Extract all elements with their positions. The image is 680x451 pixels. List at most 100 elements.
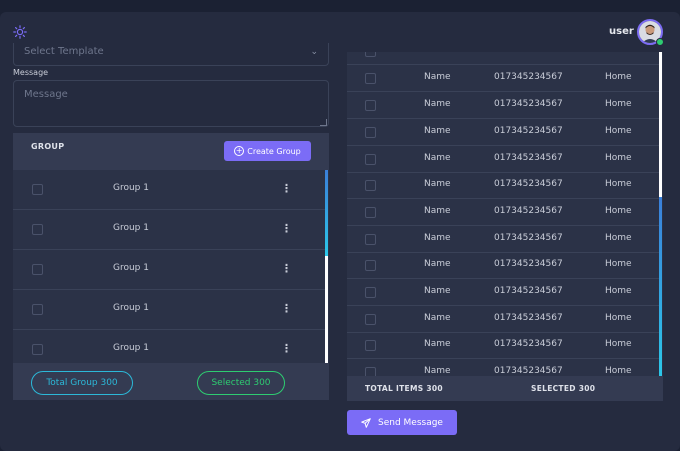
contact-checkbox[interactable] bbox=[365, 207, 376, 218]
group-name: Group 1 bbox=[113, 183, 149, 193]
contact-checkbox[interactable] bbox=[365, 340, 376, 351]
contact-checkbox[interactable] bbox=[365, 52, 376, 57]
message-label: Message bbox=[13, 68, 49, 77]
contact-row[interactable] bbox=[347, 52, 659, 65]
group-name: Group 1 bbox=[113, 303, 149, 313]
group-checkbox[interactable] bbox=[32, 184, 43, 195]
contact-name: Name bbox=[424, 259, 451, 269]
group-row[interactable]: Group 1 ⋮ bbox=[13, 250, 325, 290]
group-name: Group 1 bbox=[113, 343, 149, 353]
sun-icon[interactable] bbox=[13, 25, 27, 39]
contact-checkbox[interactable] bbox=[365, 367, 376, 376]
contact-name: Name bbox=[424, 179, 451, 189]
contact-type: Home bbox=[605, 179, 632, 189]
contact-phone: 017345234567 bbox=[494, 72, 563, 82]
group-name: Group 1 bbox=[113, 223, 149, 233]
online-status-dot bbox=[656, 38, 664, 46]
contact-type: Home bbox=[605, 339, 632, 349]
kebab-menu-icon[interactable]: ⋮ bbox=[281, 223, 292, 234]
contact-checkbox[interactable] bbox=[365, 287, 376, 298]
contact-phone: 017345234567 bbox=[494, 233, 563, 243]
contact-checkbox[interactable] bbox=[365, 234, 376, 245]
create-group-label: Create Group bbox=[247, 146, 301, 156]
contact-row[interactable]: Name 017345234567 Home bbox=[347, 172, 659, 199]
contact-phone: 017345234567 bbox=[494, 206, 563, 216]
app-window: user Select Template ⌄ Message GROUP + C… bbox=[0, 12, 680, 451]
contact-type: Home bbox=[605, 313, 632, 323]
contact-type: Home bbox=[605, 153, 632, 163]
contact-checkbox[interactable] bbox=[365, 100, 376, 111]
kebab-menu-icon[interactable]: ⋮ bbox=[281, 263, 292, 274]
group-scrollbar-thumb[interactable] bbox=[325, 170, 328, 256]
group-checkbox[interactable] bbox=[32, 264, 43, 275]
contact-phone: 017345234567 bbox=[494, 153, 563, 163]
contact-name: Name bbox=[424, 339, 451, 349]
kebab-menu-icon[interactable]: ⋮ bbox=[281, 183, 292, 194]
group-title: GROUP bbox=[31, 142, 65, 151]
total-group-badge: Total Group 300 bbox=[31, 371, 133, 395]
selected-group-badge: Selected 300 bbox=[197, 371, 285, 395]
group-checkbox[interactable] bbox=[32, 304, 43, 315]
chevron-down-icon: ⌄ bbox=[310, 47, 318, 57]
contact-phone: 017345234567 bbox=[494, 99, 563, 109]
contacts-footer: TOTAL ITEMS 300 SELECTED 300 bbox=[347, 376, 663, 401]
contact-row[interactable]: Name 017345234567 Home bbox=[347, 119, 659, 146]
textarea-resize-handle[interactable] bbox=[320, 119, 327, 126]
contact-phone: 017345234567 bbox=[494, 259, 563, 269]
group-name: Group 1 bbox=[113, 263, 149, 273]
contact-row[interactable]: Name 017345234567 Home bbox=[347, 226, 659, 253]
group-row[interactable]: Group 1 ⋮ bbox=[13, 210, 325, 250]
contact-checkbox[interactable] bbox=[365, 180, 376, 191]
contact-name: Name bbox=[424, 313, 451, 323]
contact-name: Name bbox=[424, 206, 451, 216]
plus-circle-icon: + bbox=[234, 146, 245, 156]
user-name: user bbox=[609, 26, 634, 37]
contact-checkbox[interactable] bbox=[365, 73, 376, 84]
group-header: GROUP + Create Group bbox=[13, 133, 329, 170]
contact-checkbox[interactable] bbox=[365, 154, 376, 165]
contact-phone: 017345234567 bbox=[494, 126, 563, 136]
group-row[interactable]: Group 1 ⋮ bbox=[13, 290, 325, 330]
contact-name: Name bbox=[424, 153, 451, 163]
contact-name: Name bbox=[424, 126, 451, 136]
contact-row[interactable]: Name 017345234567 Home bbox=[347, 92, 659, 119]
group-list: Group 1 ⋮ Group 1 ⋮ Group 1 ⋮ Group 1 ⋮ … bbox=[13, 170, 329, 363]
template-select[interactable]: Select Template ⌄ bbox=[13, 43, 329, 66]
kebab-menu-icon[interactable]: ⋮ bbox=[281, 343, 292, 354]
contact-row[interactable]: Name 017345234567 Home bbox=[347, 65, 659, 92]
send-message-button[interactable]: Send Message bbox=[347, 410, 457, 435]
group-row[interactable]: Group 1 ⋮ bbox=[13, 170, 325, 210]
group-row[interactable]: Group 1 ⋮ bbox=[13, 330, 325, 363]
contact-name: Name bbox=[424, 233, 451, 243]
contact-row[interactable]: Name 017345234567 Home bbox=[347, 306, 659, 333]
group-checkbox[interactable] bbox=[32, 344, 43, 355]
contact-row[interactable]: Name 017345234567 Home bbox=[347, 332, 659, 359]
create-group-button[interactable]: + Create Group bbox=[224, 141, 311, 161]
send-icon bbox=[361, 417, 371, 428]
contact-row[interactable]: Name 017345234567 Home bbox=[347, 359, 659, 376]
group-scrollbar[interactable] bbox=[325, 170, 328, 363]
contact-row[interactable]: Name 017345234567 Home bbox=[347, 199, 659, 226]
contact-row[interactable]: Name 017345234567 Home bbox=[347, 146, 659, 173]
contact-type: Home bbox=[605, 259, 632, 269]
contact-row[interactable]: Name 017345234567 Home bbox=[347, 252, 659, 279]
contact-phone: 017345234567 bbox=[494, 339, 563, 349]
contact-type: Home bbox=[605, 286, 632, 296]
contacts-scrollbar[interactable] bbox=[659, 52, 662, 376]
group-footer: Total Group 300 Selected 300 bbox=[13, 363, 329, 400]
contact-type: Home bbox=[605, 206, 632, 216]
contact-checkbox[interactable] bbox=[365, 127, 376, 138]
message-input[interactable] bbox=[13, 80, 329, 127]
contact-checkbox[interactable] bbox=[365, 260, 376, 271]
contact-type: Home bbox=[605, 126, 632, 136]
contacts-scrollbar-thumb[interactable] bbox=[659, 197, 662, 376]
contact-name: Name bbox=[424, 99, 451, 109]
group-checkbox[interactable] bbox=[32, 224, 43, 235]
contact-type: Home bbox=[605, 366, 632, 376]
send-message-label: Send Message bbox=[378, 417, 443, 428]
kebab-menu-icon[interactable]: ⋮ bbox=[281, 303, 292, 314]
selected-items-label: SELECTED 300 bbox=[531, 384, 596, 393]
contact-row[interactable]: Name 017345234567 Home bbox=[347, 279, 659, 306]
contact-checkbox[interactable] bbox=[365, 314, 376, 325]
contact-phone: 017345234567 bbox=[494, 366, 563, 376]
